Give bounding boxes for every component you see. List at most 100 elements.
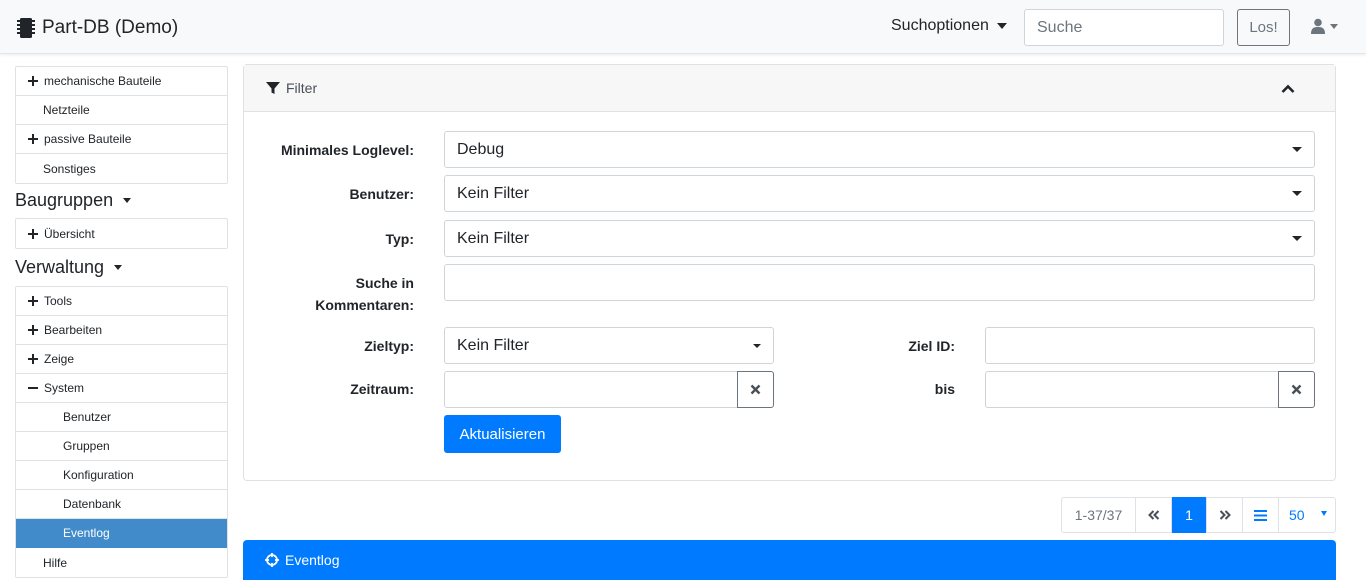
sidebar-item-eventlog[interactable]: Eventlog: [16, 519, 227, 548]
sidebar-item-uebersicht[interactable]: Übersicht: [16, 219, 227, 248]
comment-search-label: Suche in Kommentaren:: [315, 272, 414, 316]
timespan-start-input[interactable]: [444, 371, 738, 408]
comment-search-label-line2: Kommentaren:: [315, 297, 414, 313]
plus-icon: [26, 75, 39, 88]
plus-icon: [26, 227, 39, 240]
caret-down-icon: [996, 23, 1007, 29]
timespan-label: Zeitraum:: [350, 381, 414, 397]
angle-double-left-icon: [1147, 510, 1159, 520]
page-size-select[interactable]: 50: [1278, 497, 1336, 533]
filter-icon: [266, 81, 280, 95]
min-loglevel-label: Minimales Loglevel:: [280, 142, 414, 158]
timespan-end-input[interactable]: [985, 371, 1279, 408]
sidebar-item-label: Bearbeiten: [44, 323, 103, 337]
show-all-button[interactable]: [1242, 497, 1279, 533]
sidebar-item-zeige[interactable]: Zeige: [16, 345, 227, 374]
search-go-button[interactable]: Los!: [1237, 9, 1290, 46]
sidebar-item-hilfe[interactable]: Hilfe: [16, 548, 227, 577]
sidebar-item-benutzer[interactable]: Benutzer: [16, 403, 227, 432]
until-label: bis: [934, 381, 955, 397]
sidebar-item-label: Netzteile: [43, 103, 90, 117]
sidebar-item-netzteile[interactable]: Netzteile: [16, 96, 227, 125]
select-value: Kein Filter: [457, 229, 530, 247]
pagination-info: 1-37/37: [1061, 497, 1136, 533]
update-button[interactable]: Aktualisieren: [444, 415, 561, 453]
caret-down-icon: [1292, 236, 1302, 241]
type-label: Typ:: [385, 231, 414, 247]
clear-timespan-end-button[interactable]: [1278, 371, 1315, 408]
user-select[interactable]: Kein Filter: [444, 175, 1315, 212]
target-type-label: Zieltyp:: [364, 338, 414, 354]
comment-search-input[interactable]: [444, 264, 1315, 301]
caret-down-icon: [114, 265, 123, 270]
close-icon: [1291, 384, 1302, 395]
pagination-first-button[interactable]: [1135, 497, 1172, 533]
eventlog-card-header: Eventlog: [243, 540, 1336, 580]
user-label: Benutzer:: [349, 186, 414, 202]
sidebar-item-konfiguration[interactable]: Konfiguration: [16, 461, 227, 490]
plus-icon: [26, 133, 39, 146]
brand-link[interactable]: Part-DB (Demo): [16, 14, 178, 42]
sidebar-item-label: Eventlog: [63, 526, 110, 540]
plus-icon: [26, 295, 39, 308]
sidebar-item-datenbank[interactable]: Datenbank: [16, 490, 227, 519]
sidebar-section-baugruppen[interactable]: Baugruppen: [15, 184, 228, 217]
caret-down-icon: [1321, 511, 1327, 516]
minus-icon: [26, 382, 39, 395]
sidebar-section-verwaltung[interactable]: Verwaltung: [15, 251, 228, 284]
filter-title: Filter: [286, 80, 318, 96]
crosshairs-icon: [265, 553, 279, 567]
sidebar-item-gruppen[interactable]: Gruppen: [16, 432, 227, 461]
search-options-dropdown[interactable]: Suchoptionen: [891, 17, 1007, 35]
section-title: Verwaltung: [15, 257, 105, 277]
microchip-icon: [17, 18, 35, 38]
sidebar-item-label: Konfiguration: [63, 468, 134, 482]
select-value: Kein Filter: [457, 336, 530, 354]
sidebar-item-sonstiges[interactable]: Sonstiges: [16, 154, 227, 183]
select-value: Kein Filter: [457, 184, 530, 202]
filter-card-header[interactable]: Filter: [244, 65, 1335, 112]
target-type-select[interactable]: Kein Filter: [444, 327, 774, 364]
chevron-up-icon[interactable]: [1281, 81, 1295, 97]
sidebar-item-label: System: [44, 381, 85, 395]
sidebar-item-tools[interactable]: Tools: [16, 287, 227, 316]
verwaltung-list: Tools Bearbeiten Zeige System Benutzer G…: [15, 286, 228, 578]
list-icon: [1254, 509, 1267, 521]
filter-card: Filter Minimales Loglevel: Debug Benutze…: [243, 64, 1336, 481]
select-value: Debug: [457, 140, 505, 158]
user-icon: [1311, 18, 1325, 34]
comment-search-label-line1: Suche in: [355, 275, 414, 291]
sidebar-item-bearbeiten[interactable]: Bearbeiten: [16, 316, 227, 345]
sidebar-item-label: mechanische Bauteile: [44, 74, 162, 88]
sidebar-item-label: Hilfe: [43, 555, 68, 570]
sidebar-item-system[interactable]: System: [16, 374, 227, 403]
search-input[interactable]: [1024, 9, 1224, 46]
plus-icon: [26, 324, 39, 337]
sidebar-item-label: Übersicht: [44, 226, 95, 241]
pagination-page-current[interactable]: 1: [1172, 497, 1206, 533]
type-select[interactable]: Kein Filter: [444, 220, 1315, 257]
caret-down-icon: [1330, 23, 1338, 29]
user-menu-dropdown[interactable]: [1311, 18, 1338, 34]
target-id-label: Ziel ID:: [908, 338, 955, 354]
caret-down-icon: [1292, 147, 1302, 152]
baugruppen-list: Übersicht: [15, 218, 228, 249]
caret-down-icon: [753, 344, 761, 348]
sidebar-item-label: passive Bauteile: [44, 132, 132, 146]
close-icon: [750, 384, 761, 395]
pagination-last-button[interactable]: [1206, 497, 1243, 533]
sidebar-item-passive-bauteile[interactable]: passive Bauteile: [16, 125, 227, 154]
plus-icon: [26, 353, 39, 366]
min-loglevel-select[interactable]: Debug: [444, 131, 1315, 168]
categories-list: mechanische Bauteile Netzteile passive B…: [15, 66, 228, 184]
sidebar-item-mechanische-bauteile[interactable]: mechanische Bauteile: [16, 67, 227, 96]
sidebar-item-label: Datenbank: [63, 497, 122, 511]
clear-timespan-start-button[interactable]: [737, 371, 774, 408]
target-id-input[interactable]: [985, 327, 1315, 364]
sidebar-item-label: Zeige: [44, 352, 75, 366]
sidebar-item-label: Sonstiges: [43, 161, 96, 176]
navbar: Part-DB (Demo) Suchoptionen Los!: [0, 0, 1366, 54]
sidebar-item-label: Tools: [44, 294, 73, 308]
page-size-value: 50: [1289, 507, 1305, 523]
caret-down-icon: [1292, 191, 1302, 196]
